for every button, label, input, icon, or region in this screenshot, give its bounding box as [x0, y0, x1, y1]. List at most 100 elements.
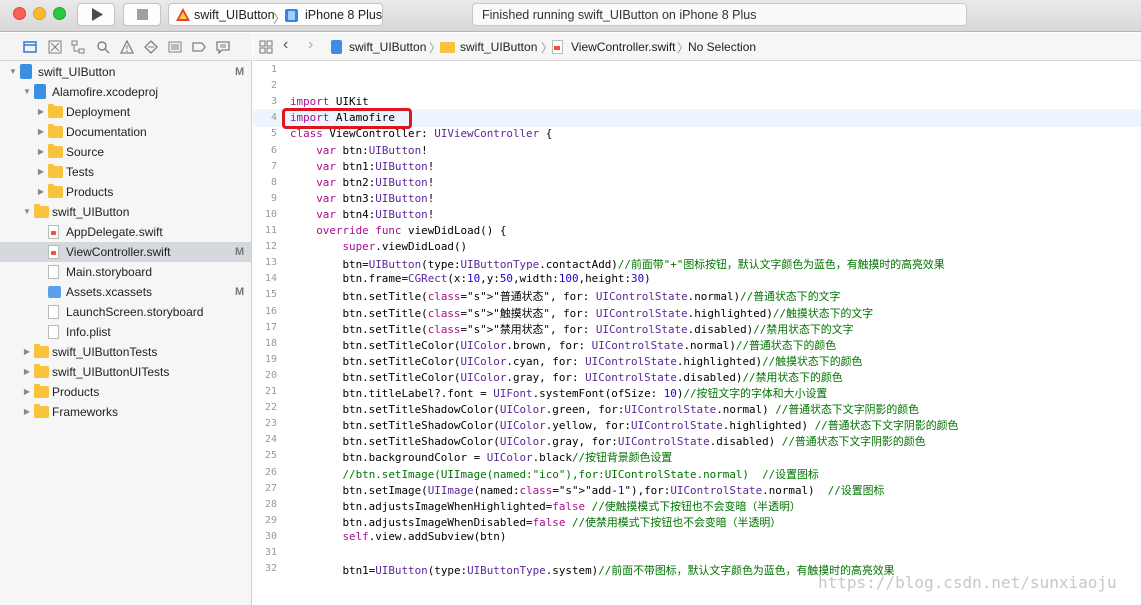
disclosure-collapsed-icon[interactable]: ▶ [36, 142, 46, 162]
search-icon[interactable] [96, 40, 110, 54]
source-control-icon[interactable] [48, 40, 62, 54]
code-line[interactable]: btn.adjustsImageWhenHighlighted=false //… [290, 498, 800, 514]
device-name: iPhone 8 Plus [305, 8, 383, 22]
scheme-selector[interactable]: swift_UIButton 〉 iPhone 8 Plus [168, 3, 383, 26]
sidebar-item[interactable]: ViewController.swift M [0, 242, 251, 262]
warning-icon[interactable] [120, 40, 134, 54]
code-line[interactable]: btn.setTitleColor(UIColor.brown, for: UI… [290, 337, 836, 353]
sidebar-item-label: Alamofire.xcodeproj [52, 85, 159, 99]
code-line[interactable]: btn.adjustsImageWhenDisabled=false //使禁用… [290, 514, 781, 530]
sidebar-item[interactable]: ▶ swift_UIButtonTests [0, 342, 251, 362]
line-number: 32 [264, 563, 277, 575]
related-items-icon[interactable] [259, 40, 273, 54]
code-line[interactable]: //btn.setImage(UIImage(named:"ico"),for:… [290, 466, 818, 482]
disclosure-collapsed-icon[interactable]: ▶ [36, 102, 46, 122]
sidebar-item[interactable]: Info.plist [0, 322, 251, 342]
folder-icon [34, 344, 49, 358]
code-line[interactable]: btn.setTitle(class="s">"禁用状态", for: UICo… [290, 321, 853, 337]
doc-icon [48, 325, 59, 339]
code-line[interactable]: btn=UIButton(type:UIButtonType.contactAd… [290, 256, 944, 272]
sidebar-item[interactable]: Assets.xcassets M [0, 282, 251, 302]
code-line[interactable]: override func viewDidLoad() { [290, 224, 506, 237]
sidebar-item[interactable]: ▶ swift_UIButtonUITests [0, 362, 251, 382]
swift-file-icon [552, 40, 563, 54]
code-line[interactable]: class ViewController: UIViewController { [290, 127, 552, 140]
jumpbar-selection[interactable]: No Selection [688, 40, 756, 54]
disclosure-collapsed-icon[interactable]: ▶ [22, 362, 32, 382]
sidebar-item-label: swift_UIButton [38, 65, 116, 79]
sidebar-item[interactable]: LaunchScreen.storyboard [0, 302, 251, 322]
jumpbar-group[interactable]: swift_UIButton [460, 40, 537, 54]
hierarchy-icon[interactable] [71, 40, 85, 54]
disclosure-collapsed-icon[interactable]: ▶ [36, 122, 46, 142]
sidebar-item[interactable]: ▼ Alamofire.xcodeproj [0, 82, 251, 102]
line-number: 7 [270, 160, 277, 172]
sidebar-item-label: Main.storyboard [66, 265, 153, 279]
sidebar-item[interactable]: ▶ Tests [0, 162, 251, 182]
disclosure-collapsed-icon[interactable]: ▶ [22, 382, 32, 402]
disclosure-expanded-icon[interactable]: ▼ [8, 62, 18, 82]
sidebar-item-label: swift_UIButton [52, 205, 130, 219]
sidebar-item[interactable]: Main.storyboard [0, 262, 251, 282]
line-number: 3 [270, 96, 277, 108]
code-line[interactable]: btn.titleLabel?.font = UIFont.systemFont… [290, 385, 827, 401]
test-icon[interactable] [144, 40, 158, 54]
code-line[interactable]: var btn:UIButton! [290, 144, 428, 157]
code-line[interactable]: btn.backgroundColor = UIColor.black//按钮背… [290, 449, 672, 465]
sidebar-item[interactable]: ▶ Deployment [0, 102, 251, 122]
debug-icon[interactable] [168, 40, 182, 54]
zoom-window-icon[interactable] [53, 7, 66, 20]
sidebar-item[interactable]: ▶ Products [0, 382, 251, 402]
jumpbar-file[interactable]: ViewController.swift [571, 40, 675, 54]
code-line[interactable]: btn.setImage(UIImage(named:class="s">"ad… [290, 482, 884, 498]
sidebar-item[interactable]: ▼ swift_UIButton [0, 202, 251, 222]
code-line[interactable]: btn.setTitle(class="s">"触摸状态", for: UICo… [290, 305, 873, 321]
source-editor[interactable]: 1 2 3 4 5 6 7 8 9 10 11 12 13 14 15 16 17 18 19 20 21 22 23 24 2… [253, 61, 1141, 605]
sidebar-item[interactable]: ▶ Source [0, 142, 251, 162]
disclosure-collapsed-icon[interactable]: ▶ [22, 342, 32, 362]
sidebar-item[interactable]: ▶ Frameworks [0, 402, 251, 422]
run-button[interactable] [77, 3, 115, 26]
disclosure-collapsed-icon[interactable]: ▶ [22, 402, 32, 422]
disclosure-expanded-icon[interactable]: ▼ [22, 202, 32, 222]
sidebar-item-label: Deployment [66, 105, 131, 119]
breakpoint-icon[interactable] [192, 40, 206, 54]
code-line[interactable]: btn.setTitle(class="s">"普通状态", for: UICo… [290, 288, 840, 304]
code-line[interactable]: var btn4:UIButton! [290, 208, 434, 221]
code-line[interactable]: var btn2:UIButton! [290, 176, 434, 189]
sidebar-item[interactable]: AppDelegate.swift [0, 222, 251, 242]
sidebar-item[interactable]: ▶ Products [0, 182, 251, 202]
back-arrow-icon[interactable]: ‹ [283, 36, 288, 54]
code-line[interactable]: self.view.addSubview(btn) [290, 530, 506, 543]
code-line[interactable]: btn.setTitleShadowColor(UIColor.yellow, … [290, 417, 958, 433]
line-number: 18 [264, 337, 277, 349]
code-line[interactable]: super.viewDidLoad() [290, 240, 467, 253]
code-line[interactable]: btn.setTitleColor(UIColor.gray, for: UIC… [290, 369, 842, 385]
close-window-icon[interactable] [13, 7, 26, 20]
code-line[interactable]: btn1=UIButton(type:UIButtonType.system)/… [290, 562, 894, 578]
disclosure-expanded-icon[interactable]: ▼ [22, 82, 32, 102]
line-number: 23 [264, 418, 277, 430]
assets-icon [48, 286, 61, 298]
code-line[interactable]: btn.setTitleShadowColor(UIColor.gray, fo… [290, 433, 925, 449]
code-line[interactable]: var btn1:UIButton! [290, 160, 434, 173]
code-line[interactable]: btn.setTitleColor(UIColor.cyan, for: UIC… [290, 353, 862, 369]
code-line[interactable]: import UIKit [290, 95, 369, 108]
disclosure-collapsed-icon[interactable]: ▶ [36, 162, 46, 182]
folder-icon[interactable] [23, 40, 37, 54]
code-line[interactable]: btn.frame=CGRect(x:10,y:50,width:100,hei… [290, 272, 650, 285]
disclosure-collapsed-icon[interactable]: ▶ [36, 182, 46, 202]
minimize-window-icon[interactable] [33, 7, 46, 20]
sidebar-item[interactable]: ▶ Documentation [0, 122, 251, 142]
line-number: 5 [270, 128, 277, 140]
stop-button[interactable] [123, 3, 161, 26]
line-number: 4 [270, 112, 277, 124]
line-number: 25 [264, 450, 277, 462]
sidebar-item-label: Products [52, 385, 100, 399]
code-line[interactable]: var btn3:UIButton! [290, 192, 434, 205]
jumpbar-project[interactable]: swift_UIButton [349, 40, 426, 54]
report-icon[interactable] [216, 40, 230, 54]
sidebar-item[interactable]: ▼ swift_UIButton M [0, 62, 251, 82]
code-line[interactable]: btn.setTitleShadowColor(UIColor.green, f… [290, 401, 919, 417]
forward-arrow-icon[interactable]: › [308, 36, 313, 54]
